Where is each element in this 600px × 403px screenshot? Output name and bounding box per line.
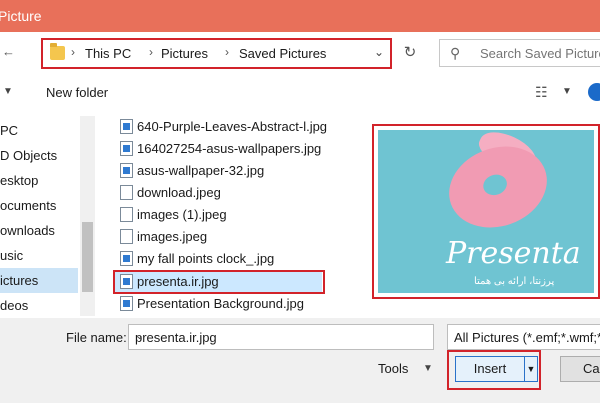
file-name: download.jpeg xyxy=(137,185,221,200)
chevron-right-icon: › xyxy=(225,45,229,59)
breadcrumb-pictures[interactable]: Pictures xyxy=(161,46,208,61)
folder-icon xyxy=(50,43,65,60)
back-arrow-icon[interactable]: ← xyxy=(2,44,15,59)
list-item[interactable]: asus-wallpaper-32.jpg xyxy=(114,160,354,181)
title-bar: Picture xyxy=(0,0,600,32)
file-icon xyxy=(120,229,133,244)
insert-button[interactable]: Insert xyxy=(455,356,525,382)
list-item[interactable]: download.jpeg xyxy=(114,182,354,203)
file-name: images (1).jpeg xyxy=(137,207,227,222)
nav-item-downloads[interactable]: ownloads xyxy=(0,218,78,243)
file-name: images.jpeg xyxy=(137,229,208,244)
search-icon: ⚲ xyxy=(450,45,461,61)
chevron-down-icon[interactable]: ⌄ xyxy=(374,45,384,59)
image-file-icon xyxy=(120,141,133,156)
toolbar: ▼ New folder ☷ ▼ xyxy=(0,76,600,110)
tools-button[interactable]: Tools xyxy=(378,361,408,376)
preview-brand: Presenta xyxy=(446,236,581,271)
nav-item-pictures[interactable]: ictures xyxy=(0,268,78,293)
help-icon[interactable] xyxy=(588,83,600,101)
breadcrumb-this-pc[interactable]: This PC xyxy=(85,46,131,61)
search-input[interactable] xyxy=(480,44,600,62)
file-type-filter-value: All Pictures (*.emf;*.wmf;*. xyxy=(454,330,600,345)
nav-item-this-pc[interactable]: PC xyxy=(0,118,78,143)
file-icon xyxy=(120,207,133,222)
selection-highlight xyxy=(113,270,325,294)
chevron-right-icon: › xyxy=(149,45,153,59)
list-item[interactable]: 640-Purple-Leaves-Abstract-l.jpg xyxy=(114,116,354,137)
file-name: 164027254-asus-wallpapers.jpg xyxy=(137,141,322,156)
image-file-icon xyxy=(120,251,133,266)
insert-dropdown-icon[interactable]: ▼ xyxy=(525,356,538,382)
image-file-icon xyxy=(120,119,133,134)
address-bar[interactable]: › This PC › Pictures › Saved Pictures ⌄ xyxy=(41,38,392,69)
nav-item-desktop[interactable]: esktop xyxy=(0,168,78,193)
image-file-icon xyxy=(120,296,133,311)
cancel-button[interactable]: Canc xyxy=(560,356,600,382)
file-name-label: File name: xyxy=(66,330,127,345)
file-name-field[interactable]: presenta.ir.jpg ⌄ xyxy=(128,324,434,350)
breadcrumb-saved-pictures[interactable]: Saved Pictures xyxy=(239,46,326,61)
donut-shape xyxy=(437,133,559,241)
chevron-down-icon[interactable]: ⌄ xyxy=(135,329,428,342)
file-name: Presentation Background.jpg xyxy=(137,296,304,311)
chevron-down-icon[interactable]: ▼ xyxy=(3,86,13,97)
refresh-icon[interactable]: ↻ xyxy=(398,40,422,66)
list-item[interactable]: Presentation Background.jpg xyxy=(114,293,354,314)
list-item[interactable]: images (1).jpeg xyxy=(114,204,354,225)
nav-scrollbar-thumb[interactable] xyxy=(82,222,93,292)
file-icon xyxy=(120,185,133,200)
file-name: 640-Purple-Leaves-Abstract-l.jpg xyxy=(137,119,328,134)
list-item[interactable]: 164027254-asus-wallpapers.jpg xyxy=(114,138,354,159)
chevron-down-icon[interactable]: ▼ xyxy=(423,363,433,374)
nav-item-videos[interactable]: deos xyxy=(0,293,78,318)
nav-item-music[interactable]: usic xyxy=(0,243,78,268)
list-item[interactable]: images.jpeg xyxy=(114,226,354,247)
file-name: my fall points clock_.jpg xyxy=(137,251,275,266)
file-name: asus-wallpaper-32.jpg xyxy=(137,163,265,178)
preview-image: Presenta پرزنتا، ارائه بی همتا xyxy=(378,130,594,293)
image-file-icon xyxy=(120,163,133,178)
window-title: Picture xyxy=(0,8,42,24)
navigation-pane: PC D Objects esktop ocuments ownloads us… xyxy=(0,116,80,316)
nav-item-3d-objects[interactable]: D Objects xyxy=(0,143,78,168)
file-type-filter[interactable]: All Pictures (*.emf;*.wmf;*. xyxy=(447,324,600,350)
preview-subtitle: پرزنتا، ارائه بی همتا xyxy=(474,276,555,287)
view-options-icon[interactable]: ☷ xyxy=(535,84,548,101)
search-box[interactable]: ⚲ xyxy=(439,39,600,67)
chevron-down-icon[interactable]: ▼ xyxy=(562,86,572,97)
list-item[interactable]: my fall points clock_.jpg xyxy=(114,248,354,269)
chevron-right-icon: › xyxy=(71,45,75,59)
new-folder-button[interactable]: New folder xyxy=(46,85,108,100)
nav-item-documents[interactable]: ocuments xyxy=(0,193,78,218)
preview-pane: Presenta پرزنتا، ارائه بی همتا xyxy=(372,124,600,299)
